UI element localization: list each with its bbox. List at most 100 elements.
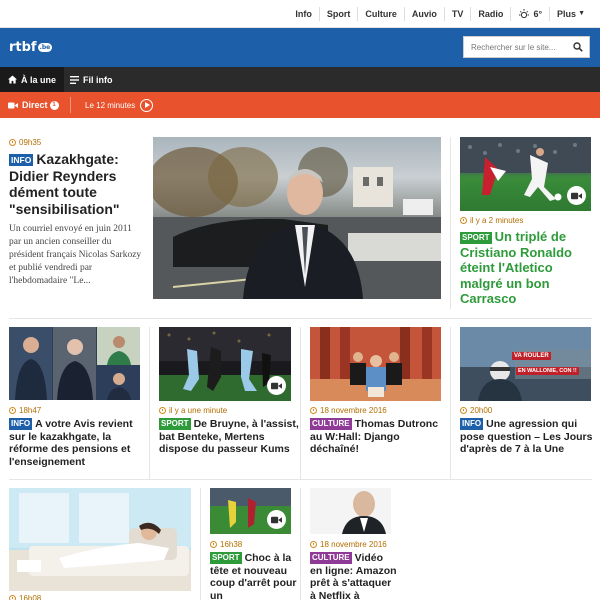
article-timestamp: 18 novembre 2016 <box>310 406 450 415</box>
list-icon <box>70 75 79 84</box>
article-photo-agression[interactable]: VA ROULER EN WALLONIE, CON !! <box>460 327 591 401</box>
article-headline[interactable]: INFO Une agression qui pose question – Le… <box>460 418 595 456</box>
category-tag: CULTURE <box>310 552 352 564</box>
article-photo-dutronc[interactable] <box>310 327 441 401</box>
category-tag: INFO <box>9 418 33 430</box>
article-timestamp: 09h35 <box>9 138 144 147</box>
video-camera-icon <box>8 102 18 108</box>
video-play-button[interactable] <box>567 186 586 205</box>
category-tag: INFO <box>460 418 484 430</box>
article-card-de-bruyne[interactable]: il y a une minute SPORT De Bruyne, à l'as… <box>159 406 299 456</box>
logo-text: rtbf <box>9 40 37 55</box>
category-tag: SPORT <box>159 418 191 430</box>
article-card-a-votre-avis[interactable]: 18h47 INFO A votre Avis revient sur le ka… <box>9 406 149 468</box>
article-card-kazakhgate[interactable]: 09h35 INFO Kazakhgate: Didier Reynders dé… <box>9 138 144 288</box>
nav-sport[interactable]: Sport <box>318 7 358 21</box>
nav-radio[interactable]: Radio <box>470 7 510 21</box>
direct-label: Direct <box>22 100 48 110</box>
article-photo-sofa[interactable] <box>9 488 191 591</box>
tab-a-la-une[interactable]: À la une <box>0 67 65 92</box>
nav-info[interactable]: Info <box>288 7 319 21</box>
category-tag: SPORT <box>210 552 242 564</box>
weather-widget[interactable]: 6° <box>510 7 549 21</box>
search-icon[interactable] <box>573 42 583 52</box>
clock-icon <box>460 407 467 414</box>
article-photo-choc[interactable] <box>210 488 291 534</box>
article-timestamp: 16h38 <box>210 540 298 549</box>
video-play-button[interactable] <box>267 376 286 395</box>
twelve-minutes-link[interactable]: Le 12 minutes <box>85 92 154 118</box>
tab-fil-info-label: Fil info <box>83 74 113 85</box>
photo-illustration <box>9 327 140 400</box>
live-divider <box>70 97 71 113</box>
clock-icon <box>9 595 16 600</box>
nav-culture[interactable]: Culture <box>357 7 404 21</box>
column-divider <box>450 137 451 309</box>
video-camera-icon <box>271 382 282 389</box>
nav-more[interactable]: Plus ▼ <box>549 7 592 21</box>
article-timestamp: 16h08 <box>9 594 189 600</box>
nav-tv[interactable]: TV <box>443 7 471 21</box>
article-card-ronaldo[interactable]: il y a 2 minutes SPORT Un triplé de Crist… <box>460 216 592 307</box>
article-headline[interactable]: CULTURE Thomas Dutronc au W:Hall: Django … <box>310 418 450 456</box>
photo-illustration <box>153 147 441 299</box>
twelve-minutes-label: Le 12 minutes <box>85 100 136 110</box>
article-photo-amazon[interactable] <box>310 488 391 534</box>
column-divider <box>300 488 301 600</box>
search-input[interactable] <box>464 37 572 58</box>
clock-icon <box>9 139 16 146</box>
home-icon <box>8 75 17 84</box>
article-headline[interactable]: INFO A votre Avis revient sur le kazakhga… <box>9 418 149 468</box>
photo-illustration <box>310 327 441 401</box>
live-bar: Direct 1 Le 12 minutes <box>0 92 600 118</box>
video-camera-icon <box>271 516 282 523</box>
row-divider <box>9 318 592 319</box>
article-headline[interactable]: INFO Kazakhgate: Didier Reynders dément t… <box>9 151 144 217</box>
category-tag: CULTURE <box>310 418 352 430</box>
site-header: rtbf .be <box>0 28 600 67</box>
play-icon <box>140 98 154 112</box>
nav-more-label: Plus <box>557 9 577 19</box>
article-headline[interactable]: CULTURE Vidéo en ligne: Amazon prêt à s'a… <box>310 552 398 600</box>
direct-link[interactable]: Direct 1 <box>8 92 59 118</box>
article-card-amazon[interactable]: 18 novembre 2016 CULTURE Vidéo en ligne: … <box>310 540 398 600</box>
article-card-sofa[interactable]: 16h08 <box>9 594 189 600</box>
video-camera-icon <box>571 192 582 199</box>
article-headline[interactable]: SPORT Un triplé de Cristiano Ronaldo étei… <box>460 229 592 307</box>
article-headline[interactable]: SPORT Choc à la tête et nouveau coup d'ar… <box>210 552 298 600</box>
category-tag: SPORT <box>460 232 492 244</box>
row-divider <box>9 479 592 480</box>
photo-illustration <box>460 327 591 401</box>
tab-fil-info[interactable]: Fil info <box>62 67 121 92</box>
image-caption-1: VA ROULER <box>512 352 551 360</box>
nav-auvio[interactable]: Auvio <box>403 7 444 21</box>
utility-bar: Info Sport Culture Auvio TV Radio 6° Plu… <box>0 0 600 28</box>
article-lede: Un courriel envoyé en juin 2011 par un a… <box>9 224 142 286</box>
article-photo-kazakhgate[interactable] <box>153 137 441 299</box>
article-timestamp: 18h47 <box>9 406 149 415</box>
article-headline[interactable]: SPORT De Bruyne, à l'assist, bat Benteke,… <box>159 418 299 456</box>
weather-sun-icon <box>519 9 530 19</box>
column-divider <box>450 327 451 479</box>
weather-temp: 6° <box>533 9 543 19</box>
photo-illustration <box>310 488 391 534</box>
column-divider <box>149 327 150 479</box>
column-divider <box>200 488 201 600</box>
logo-badge: .be <box>37 43 53 52</box>
article-photo-de-bruyne[interactable] <box>159 327 291 401</box>
image-caption-2: EN WALLONIE, CON !! <box>516 367 579 375</box>
tab-a-la-une-label: À la une <box>21 74 57 85</box>
article-card-dutronc[interactable]: 18 novembre 2016 CULTURE Thomas Dutronc a… <box>310 406 450 456</box>
article-card-choc[interactable]: 16h38 SPORT Choc à la tête et nouveau cou… <box>210 540 298 600</box>
article-timestamp: 20h00 <box>460 406 595 415</box>
section-nav: À la une Fil info <box>0 67 600 92</box>
article-timestamp: il y a une minute <box>159 406 299 415</box>
article-photo-ronaldo[interactable] <box>460 137 591 211</box>
video-play-button[interactable] <box>267 510 286 529</box>
article-card-agression[interactable]: 20h00 INFO Une agression qui pose questio… <box>460 406 595 456</box>
article-timestamp: 18 novembre 2016 <box>310 540 398 549</box>
clock-icon <box>210 541 217 548</box>
site-logo[interactable]: rtbf .be <box>9 40 53 55</box>
clock-icon <box>460 217 467 224</box>
article-photo-a-votre-avis[interactable] <box>9 327 140 400</box>
